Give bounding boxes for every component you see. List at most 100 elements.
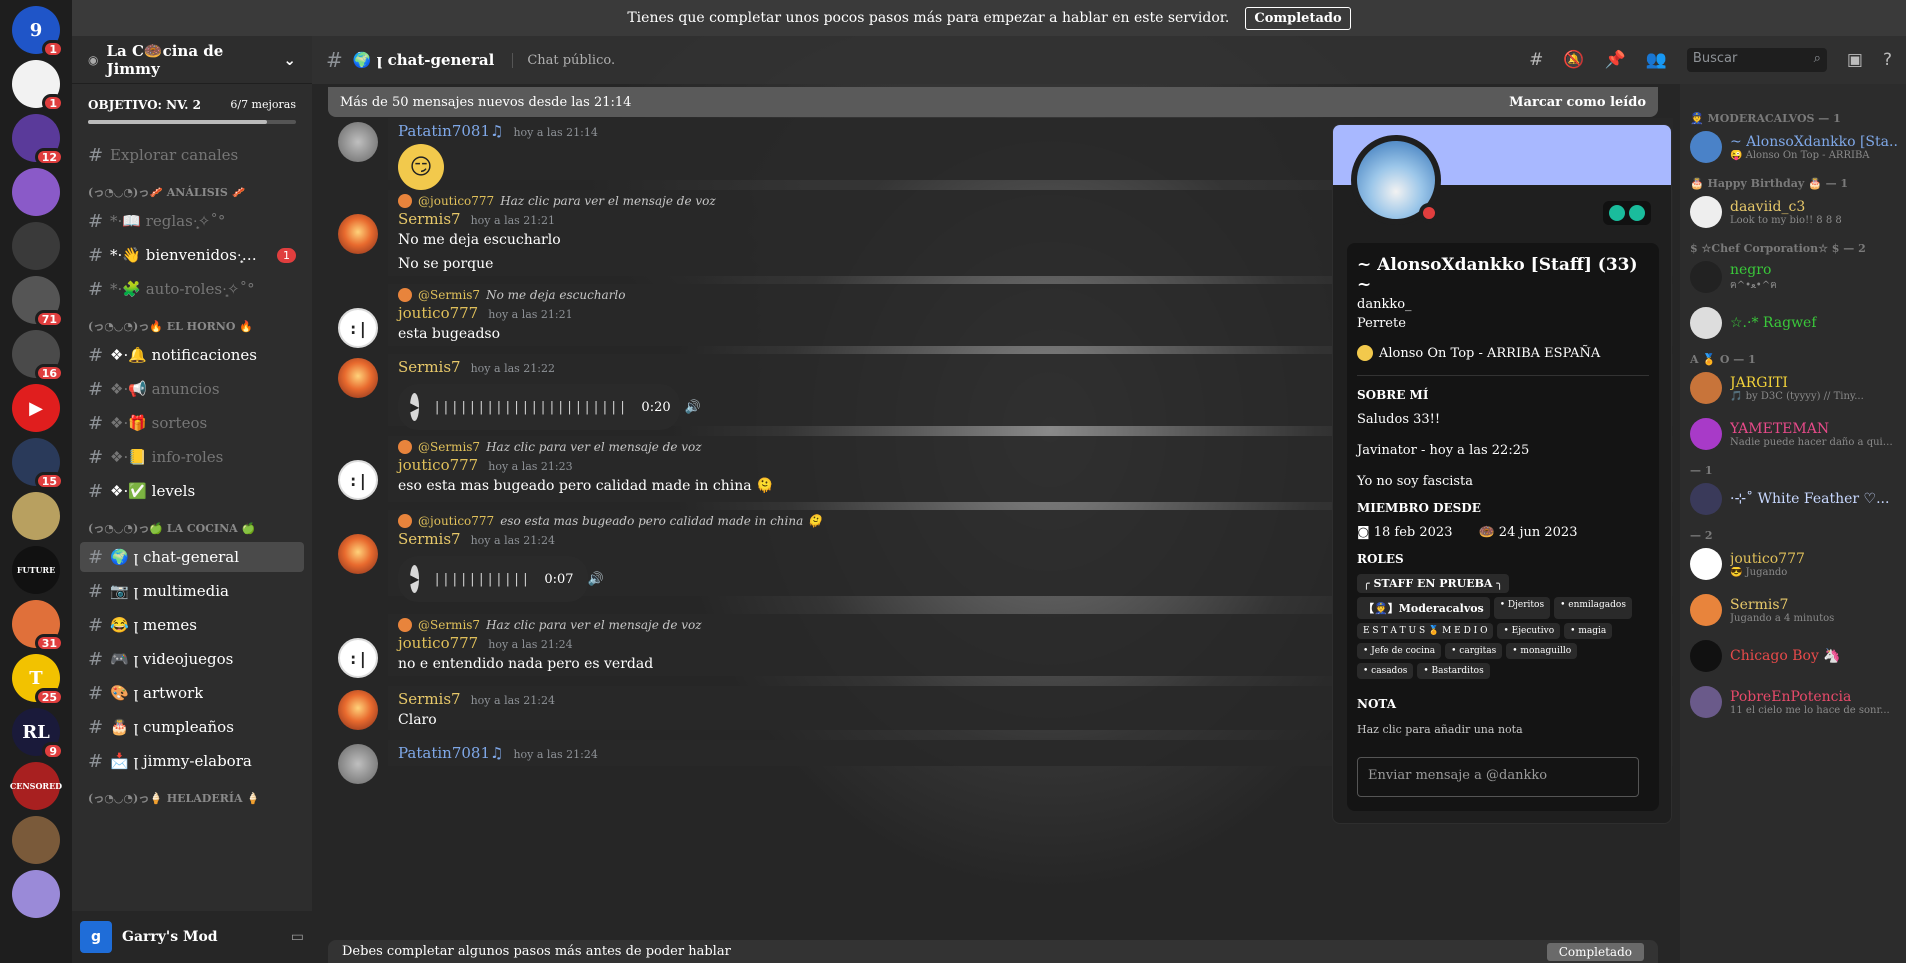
server-icon-anime2[interactable] [12,870,60,918]
author-name[interactable]: Patatin7081♫ [398,122,503,140]
server-icon-dark[interactable] [12,222,60,270]
member-item[interactable]: negro ฅ^•ﻌ•^ฅ [1690,261,1898,293]
author-name[interactable]: Sermis7 [398,690,461,708]
avatar[interactable] [338,214,378,254]
category-heladeria[interactable]: (っ◔◡◔)っ🍦 HELADERÍA 🍦 [88,790,296,806]
author-name[interactable]: Sermis7 [398,358,461,376]
channel-item[interactable]: # 📩 ꞁ jimmy-elabora [80,746,304,776]
role-pill[interactable]: E S T A T U S 🏅 M E D I O [1357,623,1494,639]
reply-user[interactable]: @Sermis7 [418,618,480,632]
member-item[interactable]: ·⊹˚ White Feather ♡... [1690,483,1898,515]
screen-share-icon[interactable]: ▭ [291,929,304,945]
channel-item[interactable]: # ❖·📒 info-roles [80,442,304,472]
censored-icon[interactable]: CENSORED [10,762,62,810]
member-item[interactable]: joutico777 😎 Jugando [1690,548,1898,580]
author-name[interactable]: joutico777 [398,634,478,652]
new-messages-banner[interactable]: Más de 50 mensajes nuevos desde las 21:1… [328,87,1658,117]
play-icon[interactable]: ▶ [410,565,420,593]
member-item[interactable]: daaviid_c3 Look to my bio!! 8 8 8 [1690,196,1898,228]
role-pill[interactable]: ╭ STAFF EN PRUEBA ╮ [1357,574,1509,593]
avatar[interactable]: :| [338,638,378,678]
mark-as-read-button[interactable]: Marcar como leído [1509,95,1646,110]
role-pill[interactable]: • Bastarditos [1417,663,1490,679]
server-icon-man[interactable] [12,816,60,864]
guild-header[interactable]: ◉ La C🍩cina de Jimmy ⌄ [72,36,312,84]
member-item[interactable]: ~ AlonsoXdankko [Sta... 😜 Alonso On Top -… [1690,131,1898,163]
onboarding-bottom-button[interactable]: Completado [1546,942,1644,961]
channel-item[interactable]: # ❖·🔔 notificaciones [80,340,304,370]
channel-item[interactable]: # ❖·✅ levels [80,476,304,506]
waveform[interactable]: ||||||||||| [433,572,530,587]
badge-icon[interactable] [1629,205,1645,221]
volume-icon[interactable]: 🔊 [685,400,701,415]
server-icon-cat[interactable] [12,492,60,540]
reply-user[interactable]: @joutico777 [418,514,494,528]
server-icon-anime[interactable] [12,168,60,216]
avatar[interactable]: :| [338,460,378,500]
server-icon-purple[interactable]: 12 [12,114,64,166]
server-icon-blue[interactable]: 91 [12,6,64,58]
channel-item[interactable]: # *·👋 bienvenidos·̩͙✧˚° 1 [80,240,304,270]
members-icon[interactable]: 👥 [1646,50,1667,70]
member-item[interactable]: ☆.·* Ragwef [1690,307,1898,339]
member-item[interactable]: YAMETEMAN Nadie puede hacer daño a quien.… [1690,418,1898,450]
rocket-league-icon[interactable]: RL 9 [12,708,64,760]
server-icon-orange[interactable]: 31 [12,600,64,652]
inbox-icon[interactable]: ▣ [1847,50,1863,70]
avatar[interactable] [338,690,378,730]
user-panel[interactable]: g Garry's Mod ▭ [72,911,312,963]
channel-item[interactable]: # 🌍 ꞁ chat-general [80,542,304,572]
onboarding-complete-button[interactable]: Completado [1245,6,1351,30]
channel-item[interactable]: # *·🧩 auto-roles·̩͙✧˚° [80,274,304,304]
threads-icon[interactable]: # [1529,50,1543,70]
role-pill[interactable]: • Jefe de cocina [1357,643,1442,659]
member-item[interactable]: Sermis7 Jugando a 4 minutos [1690,594,1898,626]
role-pill[interactable]: • monaguillo [1506,643,1578,659]
channel-item[interactable]: # 😂 ꞁ memes [80,610,304,640]
author-name[interactable]: Sermis7 [398,210,461,228]
author-name[interactable]: joutico777 [398,456,478,474]
channel-item[interactable]: # 🎮 ꞁ videojuegos [80,644,304,674]
avatar[interactable] [338,744,378,784]
author-name[interactable]: Patatin7081♫ [398,744,503,762]
boost-goal[interactable]: OBJETIVO: NV. 2 6/7 mejoras [72,84,312,120]
reply-user[interactable]: @joutico777 [418,194,494,208]
category-analisis[interactable]: (っ◔◡◔)っ🥓 ANÁLISIS 🥓 [88,184,296,200]
channel-topic[interactable]: Chat público. [512,52,615,68]
dm-message-input[interactable]: Enviar mensaje a @dankko [1357,757,1639,797]
role-pill[interactable]: • cargitas [1445,643,1503,659]
role-pill[interactable]: • enmilagados [1554,597,1632,619]
reply-user[interactable]: @Sermis7 [418,288,480,302]
channel-item[interactable]: # *·📖 reglas·̩͙✧˚° [80,206,304,236]
channel-item[interactable]: # 🎂 ꞁ cumpleaños [80,712,304,742]
channel-item[interactable]: # 📷 ꞁ multimedia [80,576,304,606]
future-icon[interactable]: FUTURE [12,546,60,594]
role-pill[interactable]: • casados [1357,663,1414,679]
badge-icon[interactable] [1609,205,1625,221]
role-pill[interactable]: 【👮】Moderacalvos [1357,597,1490,619]
play-icon[interactable]: ▶ [410,393,420,421]
volume-icon[interactable]: 🔊 [588,572,604,587]
youtube-icon[interactable]: ▶ [12,384,60,432]
server-icon-jimmy[interactable]: 1 [12,60,64,112]
role-pill[interactable]: • Djeritos [1493,597,1551,619]
explore-channels[interactable]: # Explorar canales [80,140,304,170]
waveform[interactable]: |||||||||||||||||||||| [433,400,627,415]
server-icon-face[interactable]: 71 [12,276,64,328]
channel-item[interactable]: # ❖·📢 anuncios [80,374,304,404]
avatar[interactable]: :| [338,308,378,348]
author-name[interactable]: Sermis7 [398,530,461,548]
author-name[interactable]: joutico777 [398,304,478,322]
note-input[interactable]: Haz clic para añadir una nota [1357,723,1649,736]
role-pill[interactable]: • Ejecutivo [1497,623,1561,639]
member-item[interactable]: Chicago Boy 🦄 [1690,640,1898,672]
avatar[interactable] [338,534,378,574]
help-icon[interactable]: ? [1883,50,1892,70]
channel-item[interactable]: # ❖·🎁 sorteos [80,408,304,438]
search-input[interactable]: Buscar ⌕ [1686,48,1827,72]
category-cocina[interactable]: (っ◔◡◔)っ🍏 LA COCINA 🍏 [88,520,296,536]
mute-bell-icon[interactable]: 🔕 [1563,50,1584,70]
pin-icon[interactable]: 📌 [1605,50,1626,70]
channel-item[interactable]: # 🎨 ꞁ artwork [80,678,304,708]
reply-user[interactable]: @Sermis7 [418,440,480,454]
